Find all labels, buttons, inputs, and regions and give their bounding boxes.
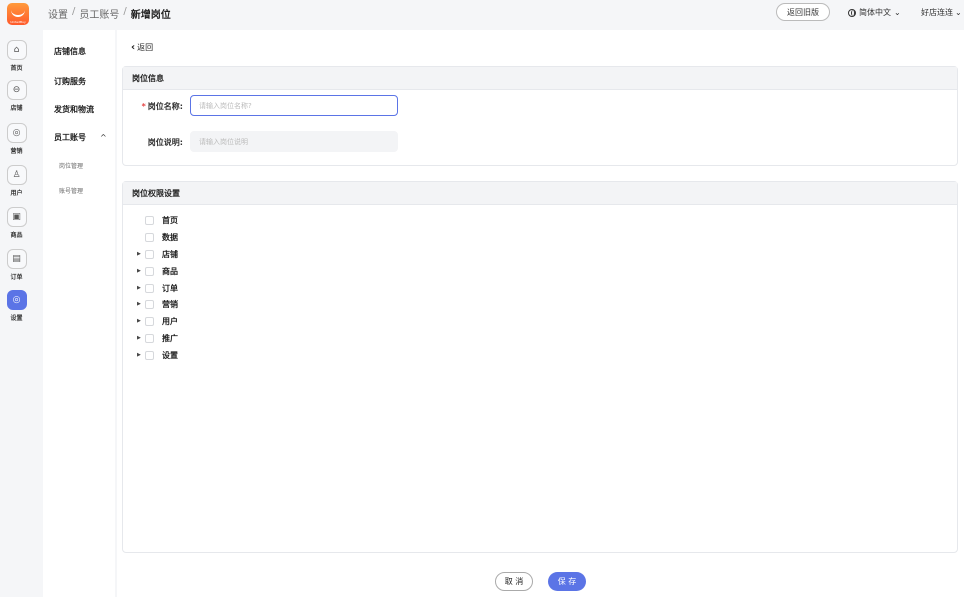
permission-card: 岗位权限设置 首页 数据 ▶ 店铺 ▶ 商品 ▶ 订单 ▶ 营销 ▶ 用户 ▶ 推广 ▶ 设置: [122, 181, 958, 553]
rail-label: 首页: [10, 65, 23, 72]
permission-checkbox[interactable]: [145, 333, 154, 343]
rail-label: 商品: [10, 232, 23, 239]
permission-checkbox[interactable]: [145, 266, 154, 276]
settings-subnav: 店铺信息 订购服务 发货和物流 员工账号 ^ 岗位管理 账号管理: [43, 30, 115, 597]
permission-label: 数据: [162, 232, 178, 242]
language-label: 简体中文: [859, 8, 891, 17]
rail-item-user[interactable]: ♙ 用户: [4, 165, 29, 197]
rail-label: 用户: [10, 190, 23, 197]
user-icon: ♙: [6, 165, 27, 185]
permission-checkbox[interactable]: [145, 299, 154, 309]
subnav-item-shipping[interactable]: 发货和物流: [54, 104, 94, 115]
position-name-label: * 岗位名称:: [123, 101, 183, 112]
home-icon: ⌂: [6, 40, 27, 60]
position-desc-label: 岗位说明:: [147, 138, 183, 147]
position-info-title: 岗位信息: [123, 67, 957, 90]
expand-triangle-icon[interactable]: ▶: [137, 335, 145, 341]
logo-text: UnitedBuy: [10, 20, 26, 24]
order-icon: ▤: [6, 249, 27, 269]
store-icon: ⊖: [6, 80, 27, 100]
permission-label: 营销: [162, 299, 178, 309]
shop-selector[interactable]: 好店连连 ⌄: [921, 7, 962, 18]
subnav-item-shop-info[interactable]: 店铺信息: [54, 46, 86, 57]
breadcrumb-separator: /: [123, 6, 127, 17]
permission-label: 用户: [162, 316, 178, 326]
rail-label: 营销: [10, 148, 23, 155]
permission-title: 岗位权限设置: [123, 182, 957, 205]
permission-checkbox[interactable]: [145, 316, 154, 326]
app-logo[interactable]: UnitedBuy: [7, 3, 29, 25]
subnav-subitem-accounts[interactable]: 账号管理: [59, 186, 83, 195]
back-label: 返回: [137, 43, 154, 52]
permission-checkbox[interactable]: [145, 215, 154, 225]
permission-label: 设置: [162, 350, 178, 360]
globe-icon: [848, 8, 856, 17]
breadcrumb-item-settings[interactable]: 设置: [48, 6, 68, 21]
form-footer: 取 消 保 存: [117, 566, 964, 597]
breadcrumb-item-staff[interactable]: 员工账号: [79, 6, 119, 21]
cancel-button[interactable]: 取 消: [495, 572, 533, 591]
old-version-button[interactable]: 返回旧版: [776, 3, 830, 21]
subnav-subitem-positions[interactable]: 岗位管理: [59, 161, 83, 170]
chevron-left-icon: ‹: [131, 42, 136, 53]
permission-row-user[interactable]: ▶ 用户: [137, 315, 178, 327]
permission-row-order[interactable]: ▶ 订单: [137, 282, 178, 294]
permission-label: 商品: [162, 266, 178, 276]
expand-triangle-icon[interactable]: ▶: [137, 352, 145, 358]
rail-item-settings[interactable]: ◎ 设置: [4, 290, 29, 322]
permission-label: 订单: [162, 283, 178, 293]
logo-smile-icon: [11, 10, 25, 17]
save-button[interactable]: 保 存: [548, 572, 586, 591]
permission-row-settings[interactable]: ▶ 设置: [137, 349, 178, 361]
expand-triangle-icon[interactable]: ▶: [137, 318, 145, 324]
rail-item-marketing[interactable]: ◎ 营销: [4, 123, 29, 155]
position-info-card: 岗位信息 * 岗位名称: 请输入岗位名称? 岗位说明: 请输入岗位说明: [122, 66, 958, 166]
expand-triangle-icon[interactable]: ▶: [137, 251, 145, 257]
expand-triangle-icon[interactable]: ▶: [137, 268, 145, 274]
subnav-item-staff-account[interactable]: 员工账号: [54, 132, 86, 143]
icon-rail: ⌂ 首页 ⊖ 店铺 ◎ 营销 ♙ 用户 ▣ 商品 ▤ 订单 ◎ 设置: [0, 28, 33, 597]
main-panel: ‹ 返回 岗位信息 * 岗位名称: 请输入岗位名称? 岗位说明: 请输入岗位说明 …: [117, 30, 964, 597]
top-bar: UnitedBuy 设置 / 员工账号 / 新增岗位 返回旧版 简体中文 ⌄ 好…: [0, 0, 964, 28]
permission-checkbox[interactable]: [145, 249, 154, 259]
permission-row-promotion[interactable]: ▶ 推广: [137, 332, 178, 344]
rail-item-order[interactable]: ▤ 订单: [4, 249, 29, 281]
rail-item-store[interactable]: ⊖ 店铺: [4, 80, 29, 112]
rail-label: 设置: [10, 315, 23, 322]
permission-checkbox[interactable]: [145, 350, 154, 360]
permission-row-store[interactable]: ▶ 店铺: [137, 248, 178, 260]
position-name-input[interactable]: 请输入岗位名称?: [190, 95, 398, 116]
breadcrumb: 设置 / 员工账号 / 新增岗位: [48, 6, 171, 21]
breadcrumb-current: 新增岗位: [130, 10, 171, 21]
chevron-down-icon: ⌄: [894, 8, 901, 17]
back-link[interactable]: ‹ 返回: [131, 42, 153, 53]
permission-checkbox[interactable]: [145, 283, 154, 293]
permission-row-data[interactable]: 数据: [137, 231, 178, 243]
rail-item-home[interactable]: ⌂ 首页: [4, 40, 29, 72]
permission-checkbox[interactable]: [145, 232, 154, 242]
shop-label: 好店连连: [921, 8, 953, 17]
breadcrumb-separator: /: [72, 6, 76, 17]
permission-label: 推广: [162, 333, 178, 343]
language-selector[interactable]: 简体中文 ⌄: [848, 7, 901, 18]
permission-row-home[interactable]: 首页: [137, 214, 178, 226]
required-mark: *: [141, 102, 146, 111]
marketing-icon: ◎: [6, 123, 27, 143]
permission-label: 首页: [162, 215, 178, 225]
permission-row-marketing[interactable]: ▶ 营销: [137, 298, 178, 310]
permission-row-goods[interactable]: ▶ 商品: [137, 265, 178, 277]
position-desc-input[interactable]: 请输入岗位说明: [190, 131, 398, 152]
expand-triangle-icon[interactable]: ▶: [137, 285, 145, 291]
rail-item-goods[interactable]: ▣ 商品: [4, 207, 29, 239]
goods-icon: ▣: [6, 207, 27, 227]
subnav-item-subscription[interactable]: 订购服务: [54, 76, 86, 87]
chevron-down-icon: ⌄: [955, 8, 962, 17]
position-name-label-text: 岗位名称:: [147, 102, 183, 111]
rail-label: 订单: [10, 274, 23, 281]
permission-label: 店铺: [162, 249, 178, 259]
rail-label: 店铺: [10, 105, 23, 112]
settings-icon: ◎: [6, 290, 27, 310]
expand-triangle-icon[interactable]: ▶: [137, 301, 145, 307]
chevron-up-icon[interactable]: ^: [100, 133, 107, 142]
